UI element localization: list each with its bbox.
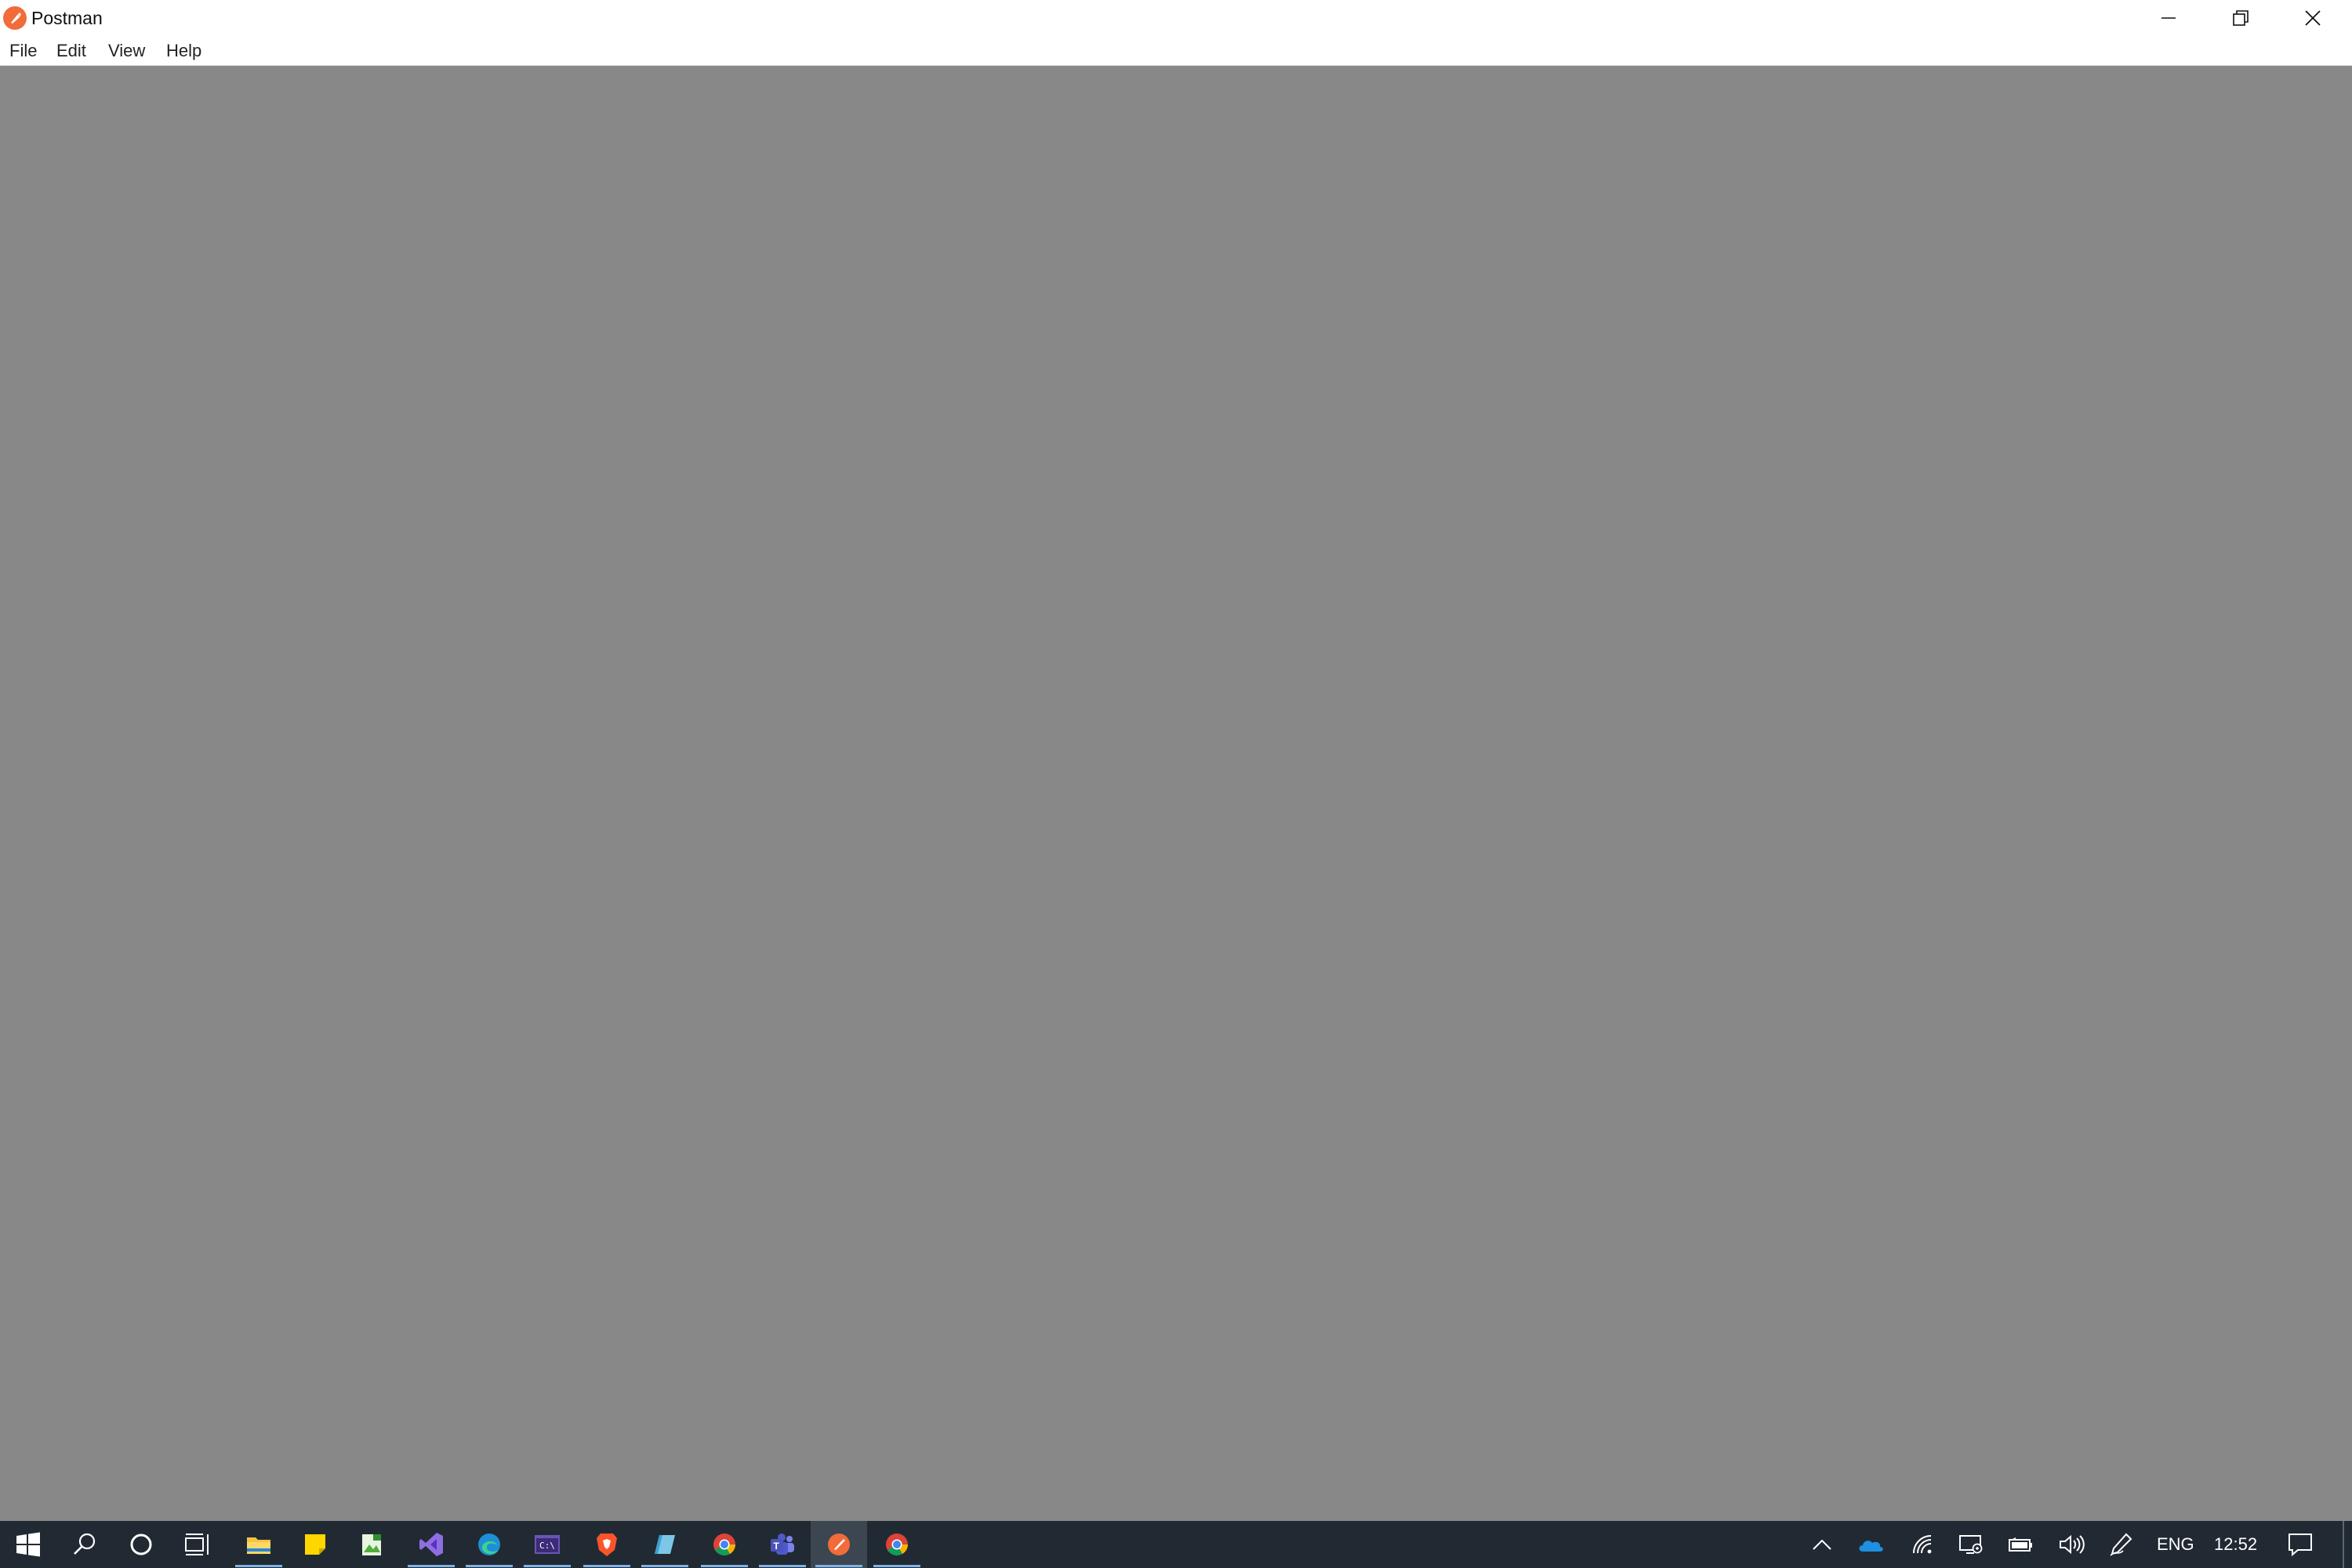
tray-overflow-button[interactable] <box>1800 1521 1844 1568</box>
tray-onedrive[interactable] <box>1849 1521 1893 1568</box>
tray-battery[interactable] <box>1999 1521 2043 1568</box>
taskbar-photo-editor[interactable] <box>343 1521 400 1568</box>
taskbar-brave[interactable] <box>579 1521 635 1568</box>
search-icon <box>74 1533 96 1555</box>
taskbar-chrome[interactable] <box>696 1521 753 1568</box>
teams-icon: T <box>771 1534 794 1555</box>
menu-help[interactable]: Help <box>163 39 205 63</box>
app-content-area <box>0 66 2352 1521</box>
sticky-notes-icon <box>305 1534 325 1555</box>
minimize-icon <box>2161 17 2176 19</box>
remote-desktop-icon <box>1959 1535 1983 1554</box>
close-icon <box>2305 10 2321 26</box>
minimize-button[interactable] <box>2132 0 2205 36</box>
taskbar-chrome-2[interactable] <box>869 1521 925 1568</box>
show-desktop-button[interactable] <box>2343 1521 2344 1568</box>
tray-clock[interactable]: 12:52 <box>2214 1521 2257 1568</box>
taskbar-terminal[interactable]: C:\ <box>519 1521 575 1568</box>
postman-icon <box>828 1534 850 1555</box>
menu-file[interactable]: File <box>6 39 40 63</box>
restore-icon <box>2233 10 2249 26</box>
title-bar[interactable]: Postman <box>0 0 2352 36</box>
svg-text:C:\: C:\ <box>539 1541 555 1551</box>
taskbar-paint-3d[interactable] <box>637 1521 693 1568</box>
visual-studio-icon <box>419 1533 443 1556</box>
battery-icon <box>2009 1537 2032 1552</box>
pen-icon <box>2110 1533 2132 1556</box>
wifi-icon <box>1913 1535 1932 1554</box>
file-explorer-icon <box>247 1537 270 1554</box>
search-button[interactable] <box>56 1521 113 1568</box>
taskbar-postman[interactable] <box>811 1521 867 1568</box>
menu-bar: File Edit View Help <box>0 36 2352 66</box>
onedrive-icon <box>1859 1541 1883 1552</box>
windows-start-icon <box>16 1532 40 1557</box>
taskbar-teams[interactable]: T <box>754 1521 811 1568</box>
task-view-button[interactable] <box>169 1521 226 1568</box>
taskbar-file-explorer[interactable] <box>230 1521 287 1568</box>
tray-notifications[interactable] <box>2278 1521 2322 1568</box>
window-title: Postman <box>31 8 103 28</box>
tray-pen[interactable] <box>2100 1521 2143 1568</box>
notification-icon <box>2288 1534 2312 1557</box>
terminal-icon: C:\ <box>535 1535 560 1554</box>
chrome-icon <box>886 1534 908 1555</box>
start-button[interactable] <box>0 1521 56 1568</box>
paint-3d-icon <box>655 1535 675 1554</box>
tray-language[interactable]: ENG <box>2157 1521 2194 1568</box>
brave-icon <box>597 1534 617 1556</box>
menu-edit[interactable]: Edit <box>53 39 89 63</box>
tray-wifi[interactable] <box>1900 1521 1944 1568</box>
menu-view[interactable]: View <box>105 39 148 63</box>
taskbar: C:\ T ENG 12:52 <box>0 1521 2352 1568</box>
taskbar-sticky-notes[interactable] <box>287 1521 343 1568</box>
cortana-button[interactable] <box>113 1521 169 1568</box>
svg-text:T: T <box>774 1541 780 1552</box>
edge-icon <box>478 1534 500 1555</box>
volume-icon <box>2060 1534 2085 1555</box>
close-button[interactable] <box>2277 0 2349 36</box>
taskbar-edge[interactable] <box>461 1521 517 1568</box>
cortana-icon <box>130 1534 152 1555</box>
restore-button[interactable] <box>2205 0 2277 36</box>
chrome-icon <box>713 1534 735 1555</box>
taskbar-visual-studio[interactable] <box>403 1521 459 1568</box>
task-view-icon <box>185 1534 209 1555</box>
postman-logo-icon <box>3 6 27 30</box>
tray-remote-desktop[interactable] <box>1949 1521 1993 1568</box>
tray-volume[interactable] <box>2049 1521 2093 1568</box>
photo-editor-icon <box>362 1534 381 1555</box>
chevron-up-icon <box>1813 1539 1831 1550</box>
